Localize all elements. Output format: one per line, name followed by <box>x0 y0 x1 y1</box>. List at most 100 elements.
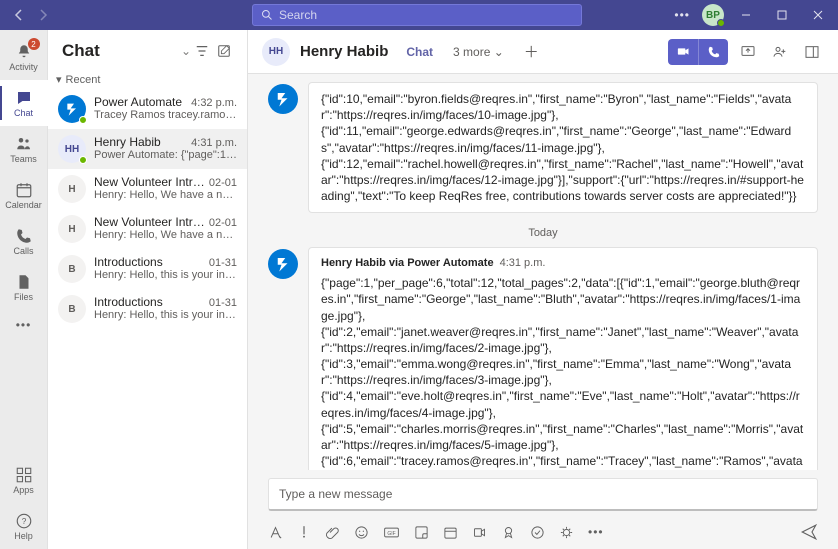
share-screen-button[interactable] <box>736 40 760 64</box>
conversation-item[interactable]: H New Volunteer Introduct... 02-01 Henry:… <box>48 169 247 209</box>
presence-icon <box>79 116 87 124</box>
window-close-button[interactable] <box>804 1 832 29</box>
conversation-time: 4:32 p.m. <box>191 97 237 109</box>
phone-icon <box>15 227 33 245</box>
power-automate-avatar <box>268 84 298 114</box>
conversation-title: Introductions <box>94 295 163 309</box>
more-apps-button[interactable]: ••• <box>588 525 604 539</box>
teams-icon <box>15 135 33 153</box>
conversation-title: New Volunteer Introduct... <box>94 175 205 189</box>
messages-pane[interactable]: {"id":10,"email":"byron.fields@reqres.in… <box>248 74 838 470</box>
search-placeholder: Search <box>279 8 317 22</box>
format-button[interactable] <box>268 525 283 540</box>
conversation-item[interactable]: B Introductions01-31 Henry: Hello, this … <box>48 289 247 329</box>
app-rail: Activity 2 Chat Teams Calendar Calls Fil… <box>0 30 48 549</box>
chat-header-name: Henry Habib <box>300 43 388 60</box>
message: Henry Habib via Power Automate4:31 p.m. … <box>268 247 818 470</box>
conversation-avatar <box>58 95 86 123</box>
add-people-button[interactable] <box>768 40 792 64</box>
conversation-avatar: HH <box>58 135 86 163</box>
conversation-preview: Tracey Ramos tracey.ramos@... <box>94 109 237 121</box>
praise-button[interactable] <box>501 525 516 540</box>
rail-apps[interactable]: Apps <box>0 457 48 503</box>
rail-files[interactable]: Files <box>0 264 48 310</box>
title-bar: Search ••• BP <box>0 0 838 30</box>
new-chat-button[interactable] <box>213 40 235 62</box>
stream-button[interactable] <box>472 525 487 540</box>
chat-icon <box>15 89 33 107</box>
rail-teams[interactable]: Teams <box>0 126 48 172</box>
composer-toolbar: GIF ••• <box>248 517 838 549</box>
conversation-avatar: H <box>58 175 86 203</box>
conversation-preview: Henry: Hello, this is your introdu... <box>94 269 237 281</box>
approvals-button[interactable] <box>530 525 545 540</box>
conversation-preview: Henry: Hello, We have a new vol... <box>94 229 237 241</box>
chat-header: HH Henry Habib Chat 3 more ⌄ ＋ <box>248 30 838 74</box>
chat-main: HH Henry Habib Chat 3 more ⌄ ＋ {"id":10,… <box>248 30 838 549</box>
svg-text:?: ? <box>21 517 26 526</box>
conversation-item[interactable]: H New Volunteer Introduct...02-01 Henry:… <box>48 209 247 249</box>
open-pane-button[interactable] <box>800 40 824 64</box>
calendar-icon <box>15 181 33 199</box>
search-input[interactable]: Search <box>252 4 582 26</box>
conversation-time: 02-01 <box>209 177 237 189</box>
message-sender: Henry Habib via Power Automate4:31 p.m. <box>321 256 805 271</box>
apps-icon <box>15 466 33 484</box>
rail-calls[interactable]: Calls <box>0 218 48 264</box>
tabs-more[interactable]: 3 more ⌄ <box>453 45 504 59</box>
rail-activity[interactable]: Activity 2 <box>0 34 48 80</box>
urgent-button[interactable] <box>297 525 311 539</box>
conversation-time: 02-01 <box>209 217 237 229</box>
caret-down-icon: ▾ <box>56 73 62 86</box>
section-recent[interactable]: ▾ Recent <box>48 70 247 89</box>
viva-button[interactable] <box>559 525 574 540</box>
activity-badge: 2 <box>28 38 40 50</box>
schedule-meeting-button[interactable] <box>443 525 458 540</box>
conversation-preview: Henry: Hello, We have a new vol... <box>94 189 237 201</box>
rail-chat[interactable]: Chat <box>0 80 48 126</box>
conversation-time: 01-31 <box>209 297 237 309</box>
conversation-title: Henry Habib <box>94 135 161 149</box>
sticker-button[interactable] <box>414 525 429 540</box>
window-maximize-button[interactable] <box>768 1 796 29</box>
conversation-preview: Henry: Hello, this is your introdu... <box>94 309 237 321</box>
filter-button[interactable] <box>191 40 213 62</box>
emoji-button[interactable] <box>354 525 369 540</box>
ellipsis-icon: ••• <box>16 318 32 332</box>
chat-header-avatar: HH <box>262 38 290 66</box>
attach-button[interactable] <box>325 525 340 540</box>
conversation-item[interactable]: Power Automate4:32 p.m. Tracey Ramos tra… <box>48 89 247 129</box>
conversation-title: Introductions <box>94 255 163 269</box>
chevron-down-icon[interactable]: ⌄ <box>181 44 191 58</box>
gif-button[interactable]: GIF <box>383 525 400 540</box>
send-button[interactable] <box>800 523 818 541</box>
window-minimize-button[interactable] <box>732 1 760 29</box>
message-body: {"id":10,"email":"byron.fields@reqres.in… <box>321 91 805 204</box>
message-composer[interactable]: Type a new message <box>268 478 818 511</box>
day-divider: Today <box>268 227 818 239</box>
more-options-button[interactable]: ••• <box>670 8 694 22</box>
tab-chat[interactable]: Chat <box>404 45 435 59</box>
rail-calendar[interactable]: Calendar <box>0 172 48 218</box>
rail-help[interactable]: ? Help <box>0 503 48 549</box>
add-tab-button[interactable]: ＋ <box>524 41 539 62</box>
conversation-avatar: H <box>58 215 86 243</box>
files-icon <box>15 273 33 291</box>
video-call-button[interactable] <box>668 39 698 65</box>
chat-list-title: Chat <box>62 41 177 61</box>
rail-more[interactable]: ••• <box>0 310 48 340</box>
power-automate-avatar <box>268 249 298 279</box>
audio-call-button[interactable] <box>698 39 728 65</box>
nav-forward-button[interactable] <box>34 6 52 24</box>
nav-back-button[interactable] <box>10 6 28 24</box>
help-icon: ? <box>15 512 33 530</box>
current-user-avatar[interactable]: BP <box>702 4 724 26</box>
presence-icon <box>79 156 87 164</box>
conversation-avatar: B <box>58 255 86 283</box>
conversation-item[interactable]: HH Henry Habib4:31 p.m. Power Automate: … <box>48 129 247 169</box>
call-button-group <box>668 39 728 65</box>
message: {"id":10,"email":"byron.fields@reqres.in… <box>268 82 818 213</box>
conversation-item[interactable]: B Introductions01-31 Henry: Hello, this … <box>48 249 247 289</box>
conversation-time: 4:31 p.m. <box>191 137 237 149</box>
chat-list-panel: Chat ⌄ ▾ Recent Power Automate4:32 p.m. … <box>48 30 248 549</box>
